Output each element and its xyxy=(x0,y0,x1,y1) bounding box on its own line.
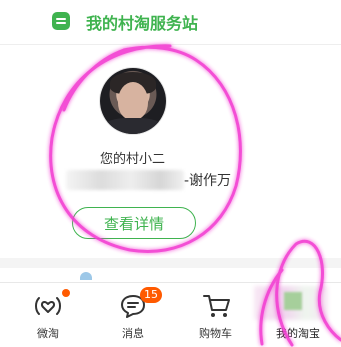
header: 我的村淘服务站 xyxy=(0,0,341,44)
divider xyxy=(0,44,341,45)
screen: 我的村淘服务站 您的村小二 -谢作万 查看详情 微淘 15 消息 购物车 我的淘… xyxy=(0,0,341,347)
tab-cart[interactable]: 购物车 xyxy=(190,283,240,347)
partial-list-item xyxy=(0,268,341,282)
section-separator xyxy=(0,258,341,268)
tab-messages[interactable]: 15 消息 xyxy=(110,283,162,347)
tab-label: 微淘 xyxy=(37,327,59,340)
cart-icon xyxy=(203,295,230,317)
avatar-shirt xyxy=(104,118,162,134)
weitao-badge-dot xyxy=(62,289,70,297)
agent-label: 您的村小二 xyxy=(100,152,166,167)
tab-label: 购物车 xyxy=(199,327,232,340)
station-logo-icon xyxy=(52,12,70,30)
tab-weitao[interactable]: 微淘 xyxy=(25,283,75,347)
avatar-face xyxy=(118,82,148,120)
view-details-button[interactable]: 查看详情 xyxy=(72,207,196,239)
avatar xyxy=(100,68,166,134)
tab-label: 消息 xyxy=(122,327,144,340)
message-badge: 15 xyxy=(140,287,162,303)
blurred-name xyxy=(66,170,184,190)
page-title: 我的村淘服务站 xyxy=(86,14,199,33)
partial-item-icon xyxy=(80,272,92,280)
agent-name: -谢作万 xyxy=(184,173,232,189)
weitao-icon xyxy=(35,297,61,315)
tab-label: 我的淘宝 xyxy=(276,327,320,340)
my-taobao-avatar-blur xyxy=(284,292,302,310)
